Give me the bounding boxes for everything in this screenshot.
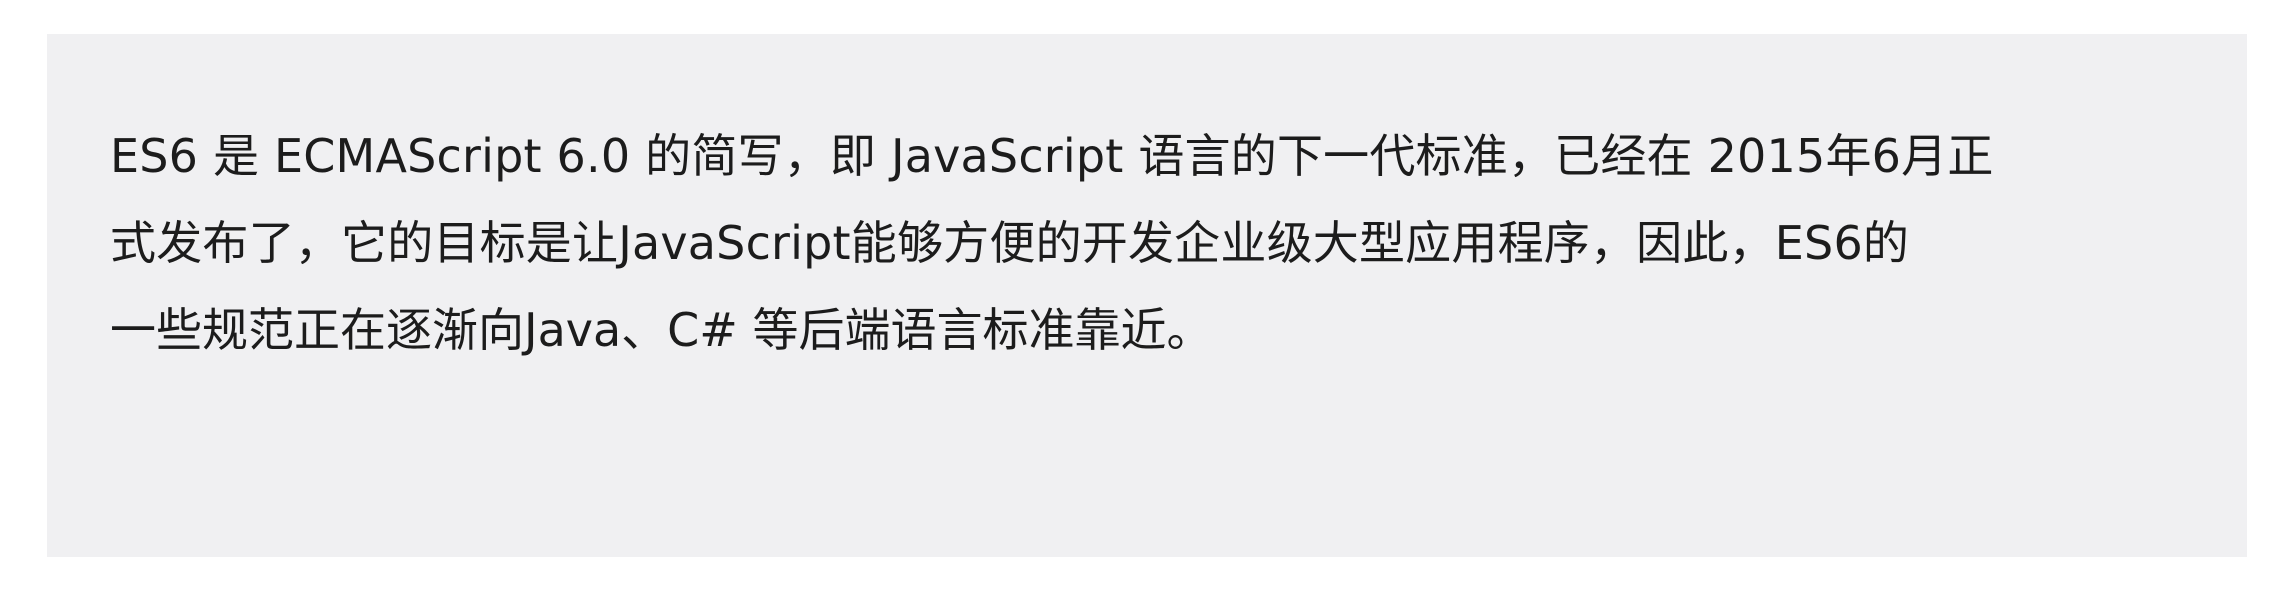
quote-box: ES6 是 ECMAScript 6.0 的简写，即 JavaScript 语言…	[47, 34, 2247, 557]
page: { "document": { "paragraph": { "lines": …	[0, 0, 2296, 616]
paragraph-line-2: 式发布了，它的目标是让JavaScript能够方便的开发企业级大型应用程序，因此…	[110, 216, 1910, 270]
paragraph-line-1: ES6 是 ECMAScript 6.0 的简写，即 JavaScript 语言…	[110, 129, 1994, 183]
paragraph-line-3: 一些规范正在逐渐向Java、C# 等后端语言标准靠近。	[110, 303, 1213, 357]
